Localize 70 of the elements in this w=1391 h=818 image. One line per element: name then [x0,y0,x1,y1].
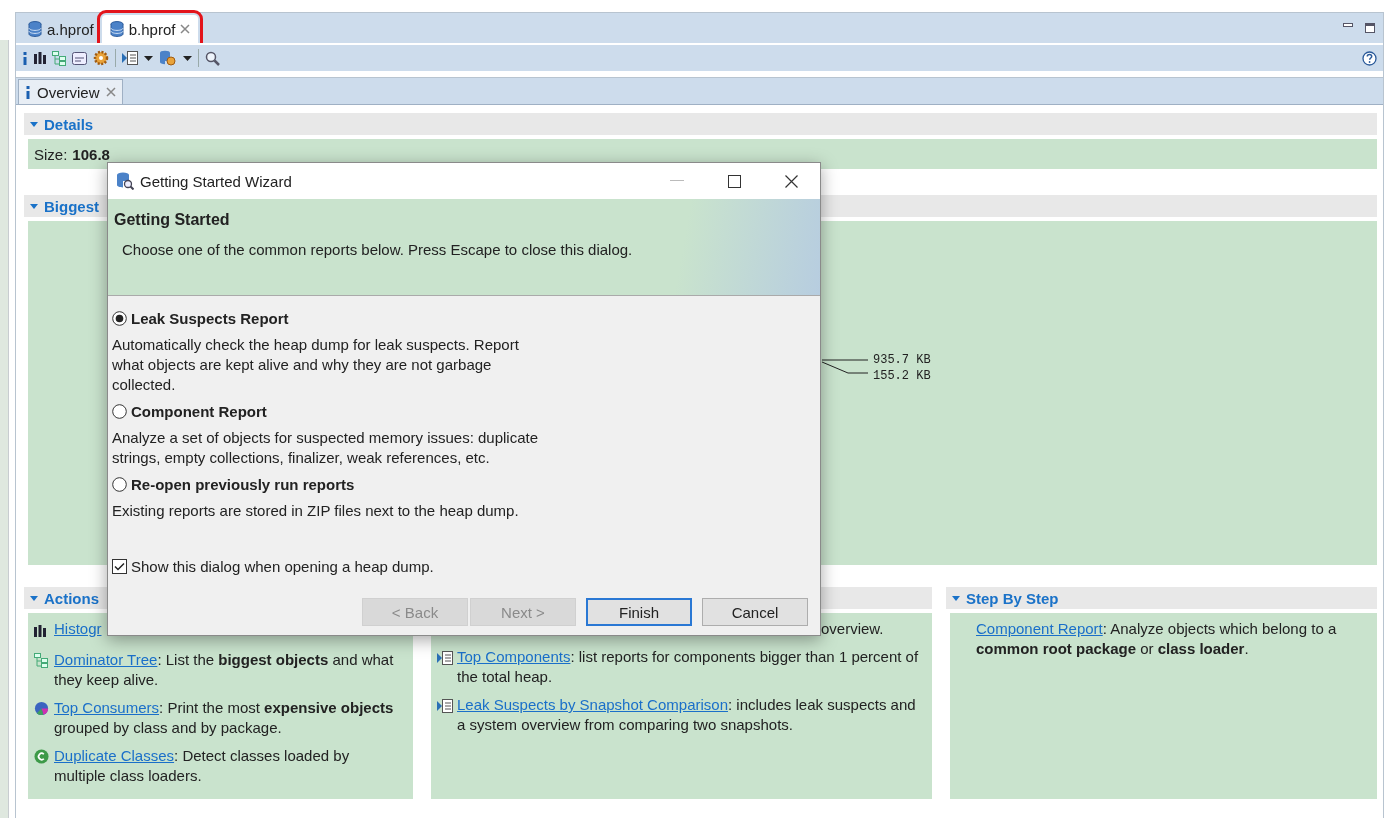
action-description: Top Components: list reports for components bigger than 1 percent of the total heap. [457,647,920,687]
info-icon[interactable] [25,85,31,99]
action-description: Component Report: Analyze objects which belong to a common root package or class loader. [976,619,1338,659]
expand-triangle-icon[interactable] [30,203,38,209]
option-description: Automatically check the heap dump for leak suspects. Report what objects are kept alive and why they are not garbage collected. [112,335,520,395]
dialog-heading: Getting Started [114,211,231,229]
expand-triangle-icon[interactable] [952,595,960,601]
dialog-subtitle: Choose one of the common reports below. Press Escape to close this dialog. [121,241,634,258]
radio-button[interactable] [112,477,127,492]
database-icon [28,21,42,37]
info-icon[interactable] [22,51,28,65]
checkbox-label[interactable]: Show this dialog when opening a heap dump. [131,558,434,575]
report-icon[interactable] [122,51,138,65]
help-icon[interactable] [1362,50,1377,66]
chart-value-label: 155.2 KB [873,369,931,383]
editor-tab[interactable]: a.hprof [20,15,102,43]
tree-icon[interactable] [52,50,66,66]
action-description: Top Consumers: Print the most expensive objects grouped by class and by package. [54,698,395,738]
action-link[interactable]: Top Components [457,648,571,665]
minimize-icon[interactable] [1343,23,1353,28]
option-description: Existing reports are stored in ZIP files next to the heap dump. [112,501,520,521]
dialog-button[interactable]: Cancel [702,598,808,626]
radio-button[interactable] [112,404,127,419]
wizard-icon [116,172,134,190]
class-icon[interactable] [34,749,49,764]
tree-icon[interactable] [34,653,48,668]
option-label[interactable]: Leak Suspects Report [131,310,289,327]
section-title: Details [44,115,94,133]
section-title: Biggest [44,197,99,215]
checkbox[interactable] [112,559,127,574]
section-header[interactable]: Details [24,113,1377,135]
radio-button[interactable] [112,311,127,326]
report-icon[interactable] [437,651,453,665]
maximize-icon[interactable] [1365,23,1375,33]
option-description: Analyze a set of objects for suspected memory issues: duplicate strings, empty collections, finalizer, weak references, etc. [112,428,540,468]
action-link[interactable]: Dominator Tree [54,651,158,668]
view-tab[interactable]: Overview [18,79,123,104]
dropdown-caret-icon[interactable] [183,55,192,61]
dialog-button[interactable]: Finish [586,598,692,626]
leader-line [822,356,870,377]
action-description: Leak Suspects by Snapshot Comparison: includes leak suspects and a system overview from comparing two snapshots. [457,695,917,735]
database-gear-icon[interactable] [159,50,177,66]
chart-value-label: 935.7 KB [873,353,931,367]
query-icon[interactable] [72,51,87,65]
size-label: Size: [34,145,68,163]
action-link[interactable]: Histogr [54,619,102,642]
expand-triangle-icon[interactable] [30,595,38,601]
section-title: Step By Step [966,589,1059,607]
pie-icon[interactable] [34,701,49,716]
action-description: Duplicate Classes: Detect classes loaded by multiple class loaders. [54,746,351,786]
report-icon[interactable] [437,699,453,713]
option-label[interactable]: Component Report [131,403,267,420]
gear-icon[interactable] [93,50,109,66]
action-link[interactable]: Component Report [976,620,1103,637]
maximize-icon[interactable] [728,174,741,188]
close-icon[interactable] [785,174,798,188]
dialog-title: Getting Started Wizard [140,172,292,190]
option-label[interactable]: Re-open previously run reports [131,476,355,493]
expand-triangle-icon[interactable] [30,121,38,127]
search-icon[interactable] [205,50,220,66]
histogram-icon[interactable] [34,625,46,637]
size-value: 106.8 [72,145,110,163]
histogram-icon[interactable] [34,52,46,64]
action-link[interactable]: Leak Suspects by Snapshot Comparison [457,696,728,713]
section-header[interactable]: Step By Step [946,587,1377,609]
action-description: Dominator Tree: List the biggest objects and what they keep alive. [54,650,395,690]
action-description: overview. [821,619,884,639]
section-title: Actions [44,589,99,607]
database-icon [109,21,124,37]
dropdown-caret-icon[interactable] [144,55,153,61]
